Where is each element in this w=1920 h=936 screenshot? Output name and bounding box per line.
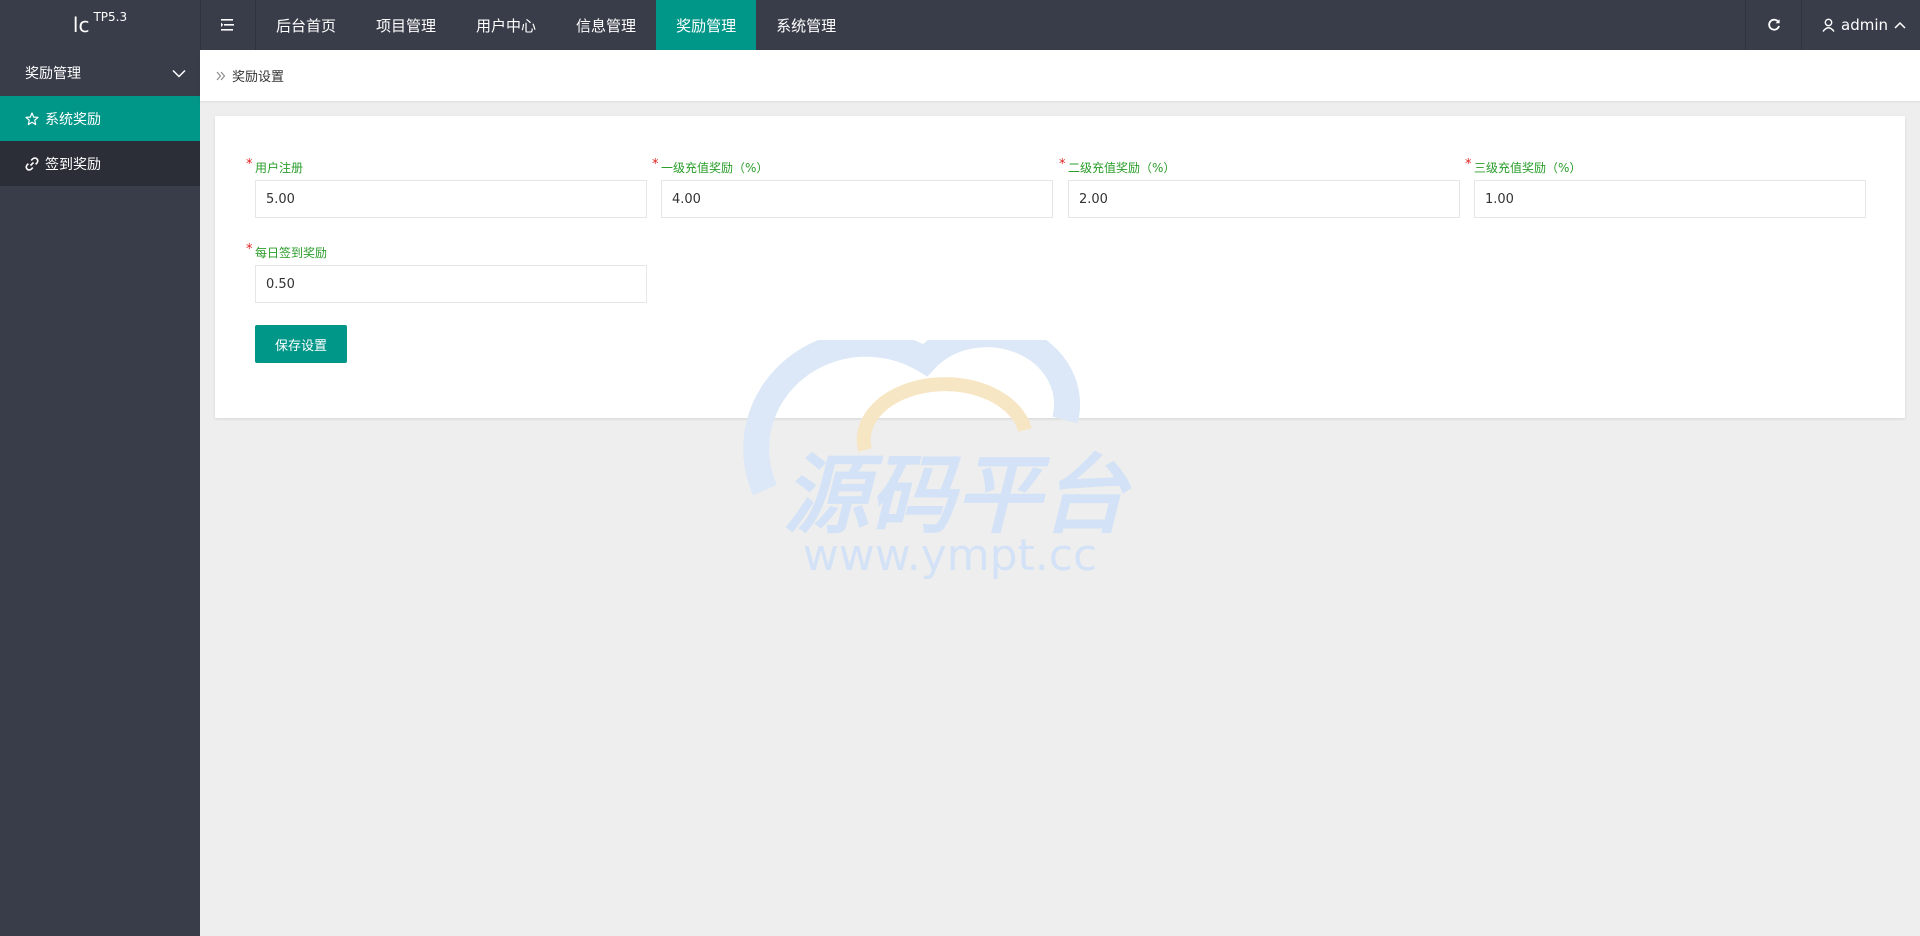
sidebar-submenu: 系统奖励 签到奖励 xyxy=(0,96,200,186)
chevron-up-icon xyxy=(1894,21,1906,29)
logo-text: lc xyxy=(72,13,90,37)
top-nav-projects[interactable]: 项目管理 xyxy=(356,0,456,50)
top-nav-home[interactable]: 后台首页 xyxy=(256,0,356,50)
field-label-text: 二级充值奖励（%） xyxy=(1068,161,1176,175)
field-label: * 每日签到奖励 xyxy=(246,241,647,261)
sidebar-item-checkin-rewards[interactable]: 签到奖励 xyxy=(0,141,200,186)
sidebar-group-label: 奖励管理 xyxy=(25,66,81,82)
chevron-down-icon xyxy=(172,69,186,78)
watermark-title: 源码平台 xyxy=(783,446,1132,546)
menu-toggle-button[interactable] xyxy=(200,0,256,50)
top-nav-info[interactable]: 信息管理 xyxy=(556,0,656,50)
top-nav-rewards[interactable]: 奖励管理 xyxy=(656,0,757,50)
field-label-text: 三级充值奖励（%） xyxy=(1474,161,1582,175)
double-chevron-right-icon xyxy=(216,71,226,80)
level1-recharge-input[interactable] xyxy=(661,180,1053,218)
logo[interactable]: lc TP5.3 xyxy=(0,0,200,50)
field-label-text: 用户注册 xyxy=(255,161,304,175)
field-label-text: 每日签到奖励 xyxy=(255,246,328,260)
field-level2-recharge: * 二级充值奖励（%） xyxy=(1059,156,1460,218)
sidebar-item-label: 系统奖励 xyxy=(45,111,101,128)
username: admin xyxy=(1841,16,1888,34)
required-mark: * xyxy=(1059,157,1066,172)
save-settings-button[interactable]: 保存设置 xyxy=(255,325,347,363)
watermark-url: www.ympt.cc xyxy=(803,530,1097,581)
user-icon xyxy=(1822,18,1835,32)
link-icon xyxy=(25,156,39,171)
field-label: * 一级充值奖励（%） xyxy=(652,156,1053,176)
logo-version: TP5.3 xyxy=(93,10,128,24)
field-label: * 三级充值奖励（%） xyxy=(1465,156,1866,176)
level3-recharge-input[interactable] xyxy=(1474,180,1866,218)
top-nav-users[interactable]: 用户中心 xyxy=(456,0,556,50)
top-header: lc TP5.3 后台首页 项目管理 用户中心 信息管理 奖励管理 系统管理 a… xyxy=(0,0,1920,50)
required-mark: * xyxy=(652,157,659,172)
top-nav: 后台首页 项目管理 用户中心 信息管理 奖励管理 系统管理 xyxy=(256,0,856,50)
sidebar: 奖励管理 系统奖励 签到奖励 xyxy=(0,50,200,936)
register-reward-input[interactable] xyxy=(255,180,647,218)
field-level1-recharge: * 一级充值奖励（%） xyxy=(652,156,1053,218)
required-mark: * xyxy=(1465,157,1472,172)
field-label: * 二级充值奖励（%） xyxy=(1059,156,1460,176)
field-register-reward: * 用户注册 xyxy=(246,156,647,218)
sidebar-item-system-rewards[interactable]: 系统奖励 xyxy=(0,96,200,141)
sidebar-group-rewards[interactable]: 奖励管理 xyxy=(0,50,200,96)
refresh-icon xyxy=(1767,18,1780,31)
header-right: admin xyxy=(1745,0,1920,50)
field-label-text: 一级充值奖励（%） xyxy=(661,161,769,175)
menu-fold-icon xyxy=(221,19,234,31)
required-mark: * xyxy=(246,242,253,257)
user-menu[interactable]: admin xyxy=(1801,0,1920,50)
required-mark: * xyxy=(246,157,253,172)
level2-recharge-input[interactable] xyxy=(1068,180,1460,218)
field-level3-recharge: * 三级充值奖励（%） xyxy=(1465,156,1866,218)
breadcrumb: 奖励设置 xyxy=(200,50,1920,101)
star-icon xyxy=(25,111,39,125)
breadcrumb-current[interactable]: 奖励设置 xyxy=(232,66,284,85)
sidebar-item-label: 签到奖励 xyxy=(45,156,101,173)
field-daily-checkin: * 每日签到奖励 xyxy=(246,241,647,303)
daily-checkin-input[interactable] xyxy=(255,265,647,303)
refresh-button[interactable] xyxy=(1745,0,1801,50)
reward-settings-form: * 用户注册 * 一级充值奖励（%） * 二级充值奖励（%） * 三级充值奖励（… xyxy=(215,116,1905,418)
field-label: * 用户注册 xyxy=(246,156,647,176)
top-nav-system[interactable]: 系统管理 xyxy=(756,0,856,50)
